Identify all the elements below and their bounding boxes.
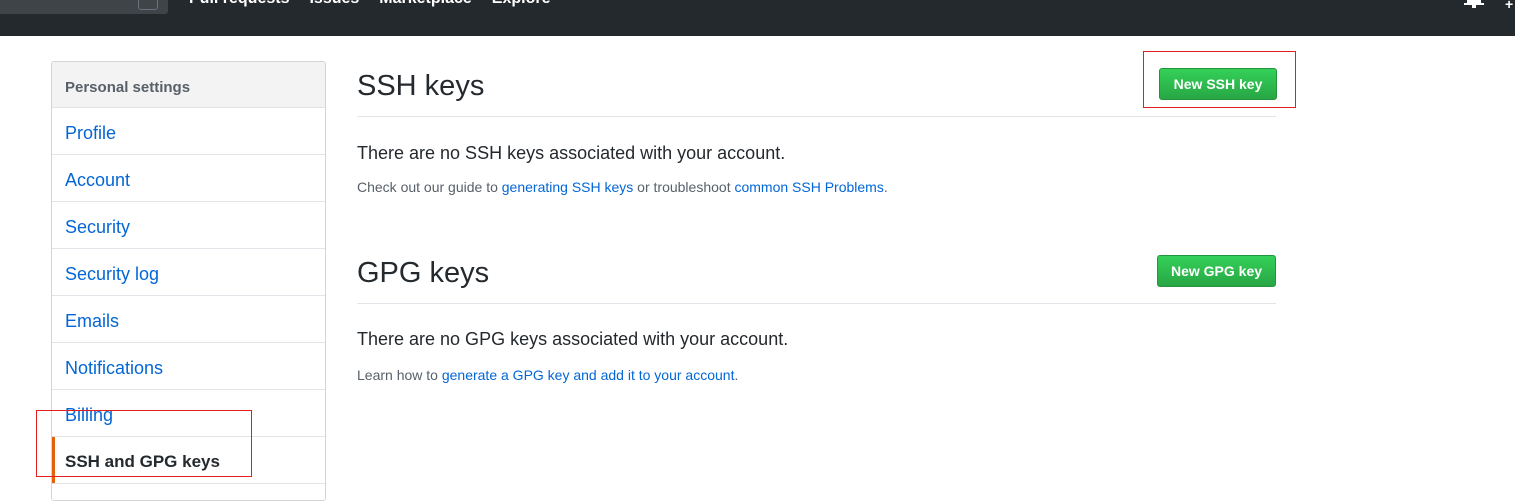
ssh-help-middle: or troubleshoot	[633, 179, 735, 195]
ssh-divider	[357, 116, 1276, 117]
highlight-box-new-ssh	[1143, 51, 1296, 108]
highlight-box-sidebar	[36, 410, 252, 477]
generate-gpg-key-link[interactable]: generate a GPG key and add it to your ac…	[442, 367, 735, 383]
global-nav: Pull requests Issues Marketplace Explore	[189, 0, 550, 10]
ssh-empty-message: There are no SSH keys associated with yo…	[357, 143, 786, 163]
gpg-divider	[357, 303, 1276, 304]
sidebar-item-notifications[interactable]: Notifications	[52, 343, 325, 390]
ssh-help-suffix: .	[883, 179, 888, 195]
top-navbar: Pull requests Issues Marketplace Explore…	[0, 0, 1515, 36]
bell-icon[interactable]	[1464, 0, 1484, 16]
ssh-help-text: Check out our guide to generating SSH ke…	[357, 178, 888, 196]
sidebar-item-profile[interactable]: Profile	[52, 108, 325, 155]
plus-icon[interactable]: +	[1505, 0, 1513, 12]
sidebar-heading: Personal settings	[52, 62, 325, 108]
ssh-help-prefix: Check out our guide to	[357, 179, 502, 195]
sidebar-item-security-log[interactable]: Security log	[52, 249, 325, 296]
gpg-help-prefix: Learn how to	[357, 367, 442, 383]
gpg-help-text: Learn how to generate a GPG key and add …	[357, 366, 738, 384]
sidebar-item-account[interactable]: Account	[52, 155, 325, 202]
gpg-help-suffix: .	[734, 367, 739, 383]
gpg-keys-title: GPG keys	[357, 257, 490, 289]
search-input[interactable]	[0, 0, 168, 14]
ssh-keys-title: SSH keys	[357, 70, 485, 102]
sidebar-item-security[interactable]: Security	[52, 202, 325, 249]
new-gpg-key-button[interactable]: New GPG key	[1157, 255, 1276, 287]
slash-shortcut-icon	[138, 0, 158, 10]
gpg-empty-message: There are no GPG keys associated with yo…	[357, 329, 789, 349]
generating-ssh-keys-link[interactable]: generating SSH keys	[502, 179, 634, 195]
nav-marketplace[interactable]: Marketplace	[379, 0, 472, 10]
nav-explore[interactable]: Explore	[492, 0, 551, 10]
nav-pull-requests[interactable]: Pull requests	[189, 0, 289, 10]
nav-issues[interactable]: Issues	[309, 0, 359, 10]
common-ssh-problems-link[interactable]: common SSH Problems	[734, 179, 883, 195]
sidebar-item-emails[interactable]: Emails	[52, 296, 325, 343]
